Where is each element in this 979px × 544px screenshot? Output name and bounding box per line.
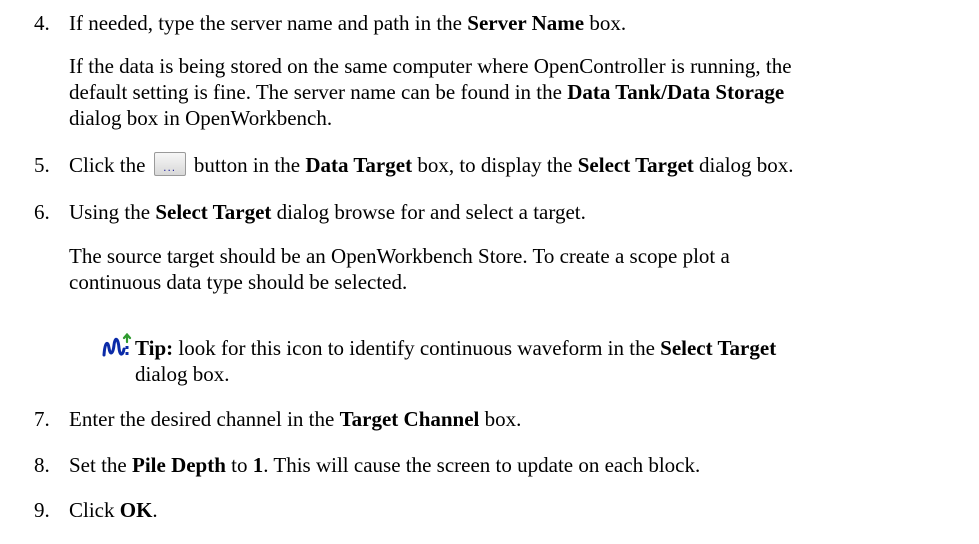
step-number: 4. — [34, 11, 50, 35]
bold-term: Server Name — [467, 11, 585, 35]
text: dialog box. — [693, 153, 794, 177]
text: . — [152, 498, 158, 522]
text: to — [225, 453, 253, 477]
step-8-text: Set the Pile Depth to 1. This will cause… — [69, 452, 700, 478]
text: Click — [69, 498, 120, 522]
text: If needed, type the server name and path… — [69, 11, 468, 35]
text: Set the — [69, 453, 132, 477]
step-4-note-line-2: default setting is fine. The server name… — [69, 79, 784, 105]
bold-term: Data Target — [305, 153, 413, 177]
bold-term: Select Target — [660, 336, 777, 360]
text: button in the — [188, 153, 306, 177]
bold-term: Select Target — [577, 153, 694, 177]
text: Using the — [69, 200, 156, 224]
tip-label: Tip: — [135, 336, 174, 360]
text: dialog browse for and select a target. — [271, 200, 586, 224]
ellipsis-glyph: ... — [163, 160, 177, 174]
text: default setting is fine. The server name… — [69, 80, 568, 104]
step-4-note-line-1: If the data is being stored on the same … — [69, 54, 792, 78]
step-5-text: Click the ... button in the Data Target … — [69, 152, 794, 178]
step-6-text: Using the Select Target dialog browse fo… — [69, 199, 586, 225]
bold-term: Pile Depth — [132, 453, 226, 477]
text: Enter the desired channel in the — [69, 407, 340, 431]
bold-term: 1 — [252, 453, 264, 477]
bold-term: Target Channel — [339, 407, 480, 431]
tip-line-1: Tip: look for this icon to identify cont… — [135, 335, 776, 361]
text: box. — [479, 407, 522, 431]
bold-term: Select Target — [155, 200, 272, 224]
text: . This will cause the screen to update o… — [263, 453, 701, 477]
step-9-text: Click OK. — [69, 497, 158, 523]
bold-term: OK — [119, 498, 153, 522]
ellipsis-browse-button-icon: ... — [153, 152, 186, 176]
step-6-note-line-2: continuous data type should be selected. — [69, 270, 408, 294]
step-number: 6. — [34, 200, 50, 224]
step-6-note-line-1: The source target should be an OpenWorkb… — [69, 244, 730, 268]
step-7-text: Enter the desired channel in the Target … — [69, 406, 521, 432]
continuous-waveform-icon — [102, 333, 132, 357]
text: box, to display the — [412, 153, 578, 177]
text: Click the — [69, 153, 151, 177]
tip-line-2: dialog box. — [135, 362, 230, 386]
step-number: 8. — [34, 453, 50, 477]
text: box. — [584, 11, 627, 35]
step-number: 5. — [34, 153, 50, 177]
step-4-note-line-3: dialog box in OpenWorkbench. — [69, 106, 333, 130]
bold-term: Data Tank/Data Storage — [567, 80, 785, 104]
step-4-text: If needed, type the server name and path… — [69, 10, 626, 36]
step-number: 7. — [34, 407, 50, 431]
text: look for this icon to identify continuou… — [173, 336, 661, 360]
step-number: 9. — [34, 498, 50, 522]
